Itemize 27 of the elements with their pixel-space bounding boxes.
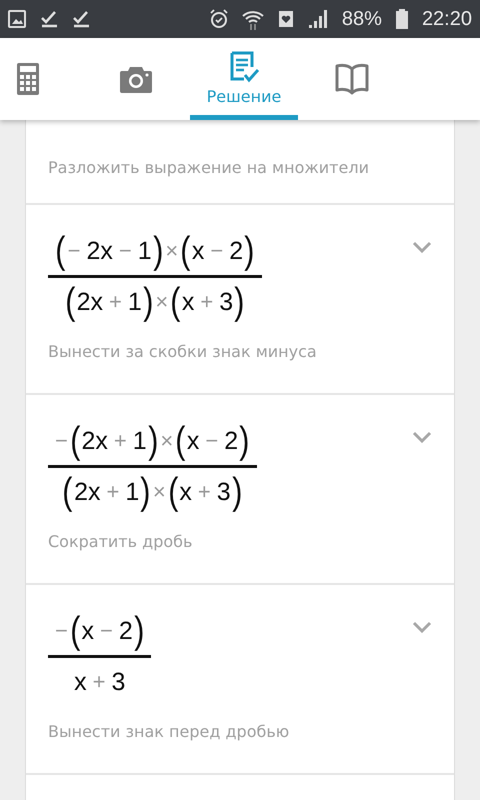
- chevron-icon[interactable]: [412, 621, 432, 633]
- step-description: Вынести за скобки знак минуса: [48, 342, 318, 361]
- numerator: (− 2x − 1)×(x − 2): [54, 229, 256, 273]
- signal-icon: [308, 9, 328, 29]
- clock: 22:20: [422, 8, 472, 30]
- alarm-icon: [210, 9, 228, 29]
- image-icon: [8, 10, 26, 28]
- check-icon: [72, 10, 90, 28]
- check-icon: [40, 10, 58, 28]
- chevron-icon[interactable]: [412, 241, 432, 253]
- step-description: Вынести знак перед дробью: [48, 722, 290, 741]
- calculator-icon: [17, 62, 39, 94]
- denominator: (2x + 1)×(x + 3): [64, 280, 246, 324]
- camera-icon: [120, 64, 152, 92]
- denominator: (2x + 1)×(x + 3): [62, 470, 244, 514]
- step-description: Сократить дробь: [48, 532, 194, 551]
- numerator: −(x − 2): [54, 609, 146, 653]
- heart-card-icon: [278, 10, 294, 28]
- step-description: Разложить выражение на множители: [48, 158, 370, 177]
- chevron-icon[interactable]: [412, 431, 432, 443]
- numerator: −(2x + 1)×(x − 2): [54, 419, 251, 463]
- battery-percent: 88%: [342, 8, 382, 30]
- battery-icon: [396, 9, 408, 29]
- wifi-icon: [242, 8, 264, 30]
- checklist-icon: [228, 51, 260, 83]
- book-icon: [335, 62, 369, 94]
- denominator: x + 3: [73, 666, 126, 698]
